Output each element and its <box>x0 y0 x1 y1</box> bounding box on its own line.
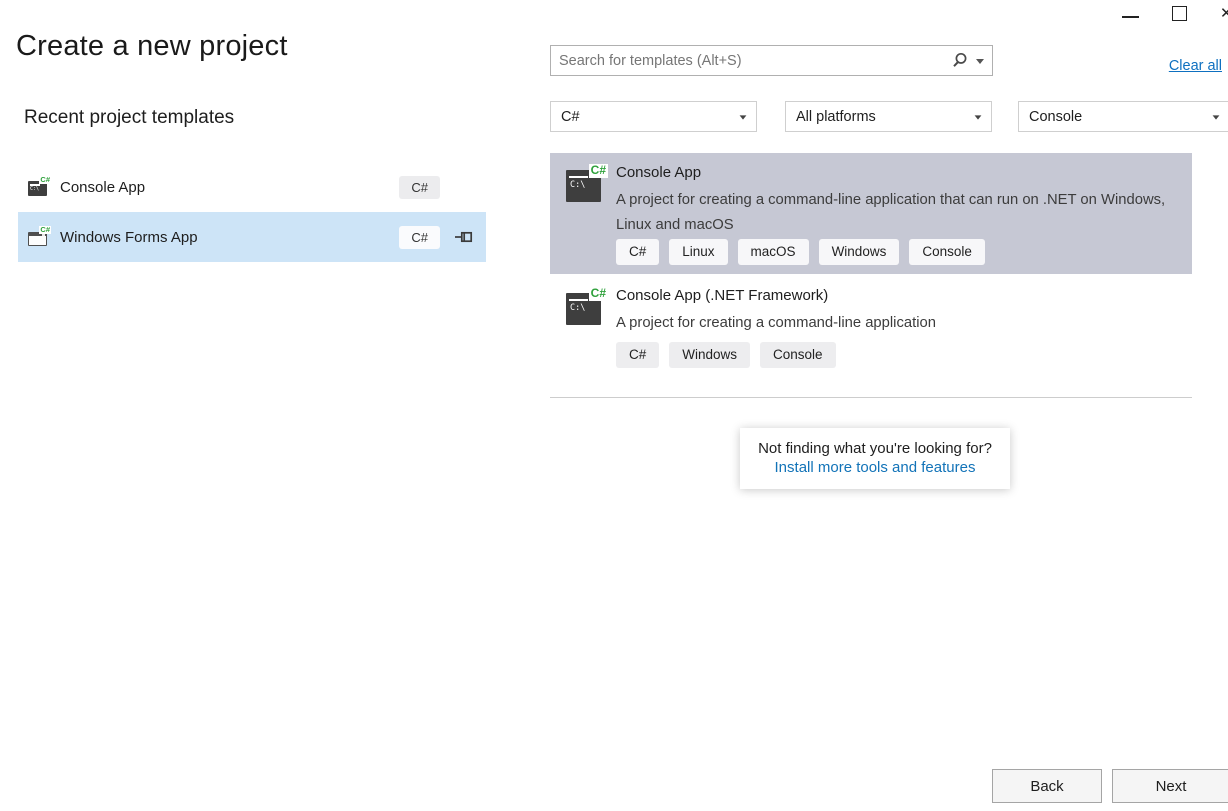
language-filter-value: C# <box>561 109 739 125</box>
recent-project-list: C:\ C# Console App C# C# Windows Forms A… <box>18 162 486 262</box>
recent-item-label: Console App <box>60 179 145 196</box>
clear-all-link[interactable]: Clear all <box>1169 58 1222 74</box>
platform-filter-value: All platforms <box>796 109 974 125</box>
pin-slot <box>440 229 474 245</box>
console-icon-prompt: C:\ <box>30 186 39 192</box>
template-tags: C# Windows Console <box>616 342 836 368</box>
language-tag: C# <box>399 176 440 199</box>
next-button[interactable]: Next <box>1112 769 1228 803</box>
recent-item-windows-forms-app[interactable]: C# Windows Forms App C# <box>18 212 486 262</box>
template-tag: Console <box>760 342 836 368</box>
maximize-button[interactable] <box>1162 0 1196 27</box>
template-tag: macOS <box>738 239 809 265</box>
console-icon-prompt: C:\ <box>570 303 585 313</box>
recent-item-console-app[interactable]: C:\ C# Console App C# <box>18 162 486 212</box>
template-tag: Linux <box>669 239 727 265</box>
not-finding-box: Not finding what you're looking for? Ins… <box>740 428 1010 489</box>
chevron-down-icon <box>740 115 747 119</box>
csharp-badge-icon: C# <box>39 176 51 184</box>
csharp-badge-icon: C# <box>39 226 51 234</box>
template-tag: Windows <box>819 239 900 265</box>
back-button[interactable]: Back <box>992 769 1102 803</box>
pin-icon[interactable] <box>454 229 474 245</box>
template-description: A project for creating a command-line ap… <box>616 188 1188 238</box>
console-icon-titlebar <box>569 176 588 178</box>
template-tag: Windows <box>669 342 750 368</box>
chevron-down-icon <box>975 115 982 119</box>
search-icon <box>951 52 968 69</box>
template-title: Console App (.NET Framework) <box>616 287 828 304</box>
template-description: A project for creating a command-line ap… <box>616 311 1188 336</box>
console-app-icon: C:\ C# <box>28 177 50 197</box>
project-type-filter-dropdown[interactable]: Console <box>1018 101 1228 132</box>
close-icon: ✕ <box>1212 0 1228 27</box>
language-tag: C# <box>399 226 440 249</box>
console-app-icon: C:\ C# <box>566 164 608 206</box>
close-button[interactable]: ✕ <box>1212 0 1228 27</box>
recent-templates-heading: Recent project templates <box>24 107 234 129</box>
template-tag: C# <box>616 342 659 368</box>
template-tag: C# <box>616 239 659 265</box>
search-input[interactable] <box>551 53 949 69</box>
windows-forms-app-icon: C# <box>28 227 50 247</box>
minimize-button[interactable] <box>1113 0 1147 27</box>
search-options-caret-icon[interactable] <box>976 59 984 64</box>
language-filter-dropdown[interactable]: C# <box>550 101 757 132</box>
csharp-badge-icon: C# <box>589 164 608 178</box>
template-tags: C# Linux macOS Windows Console <box>616 239 985 265</box>
template-tag: Console <box>909 239 985 265</box>
maximize-icon <box>1172 6 1187 21</box>
list-divider <box>550 397 1192 398</box>
search-box <box>550 45 993 76</box>
console-icon-titlebar <box>569 299 588 301</box>
chevron-down-icon <box>1213 115 1220 119</box>
recent-item-label: Windows Forms App <box>60 229 198 246</box>
csharp-badge-icon: C# <box>589 287 608 301</box>
template-item-console-app-net-framework[interactable]: C:\ C# Console App (.NET Framework) A pr… <box>550 276 1192 388</box>
template-item-console-app[interactable]: C:\ C# Console App A project for creatin… <box>550 153 1192 274</box>
console-icon-prompt: C:\ <box>570 180 585 190</box>
search-button[interactable] <box>949 52 974 69</box>
not-finding-text: Not finding what you're looking for? <box>740 440 1010 457</box>
platform-filter-dropdown[interactable]: All platforms <box>785 101 992 132</box>
minimize-icon <box>1122 16 1139 18</box>
page-title: Create a new project <box>16 30 288 63</box>
project-type-filter-value: Console <box>1029 109 1212 125</box>
install-tools-link[interactable]: Install more tools and features <box>775 459 976 476</box>
console-app-icon: C:\ C# <box>566 287 608 329</box>
template-title: Console App <box>616 164 701 181</box>
